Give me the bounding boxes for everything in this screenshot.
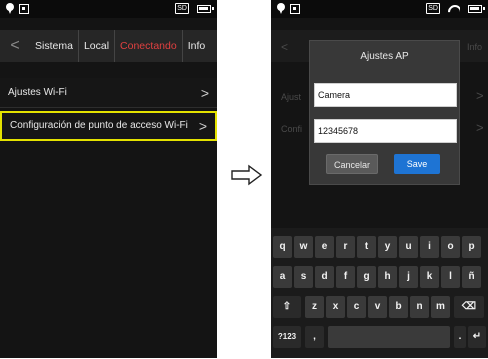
key[interactable]: w [294, 236, 313, 258]
key[interactable]: a [273, 266, 292, 288]
dimmed-label-ajust: Ajust [281, 92, 302, 102]
backspace-key[interactable]: ⌫ [454, 296, 484, 318]
dimmed-chevron-icon: > [476, 88, 484, 103]
key[interactable]: d [315, 266, 334, 288]
key[interactable]: s [294, 266, 313, 288]
key[interactable]: g [357, 266, 376, 288]
key[interactable]: u [399, 236, 418, 258]
tab-sistema[interactable]: Sistema [30, 30, 79, 62]
key[interactable]: t [357, 236, 376, 258]
symbols-key[interactable]: ?123 [273, 326, 301, 348]
key[interactable]: o [441, 236, 460, 258]
chevron-right-icon: > [200, 85, 209, 101]
dimmed-back-glyph: < [281, 40, 289, 54]
stage: SD < Sistema Local Conectando Info Ajust… [0, 0, 488, 359]
ap-settings-dialog: Ajustes AP Camera 12345678 Cancelar Save [309, 40, 460, 185]
on-screen-keyboard: q w e r t y u i o p a s d f g h j k l ñ … [271, 228, 488, 358]
keyboard-row-1: q w e r t y u i o p [271, 236, 488, 258]
location-icon [6, 3, 14, 14]
key[interactable]: q [273, 236, 292, 258]
dialog-title: Ajustes AP [360, 51, 409, 62]
right-phone-screen: SD < Info Ajust Confi > > Ajustes AP Cam… [271, 0, 488, 358]
key[interactable]: r [336, 236, 355, 258]
key[interactable]: e [315, 236, 334, 258]
location-icon [277, 3, 285, 14]
key[interactable]: c [347, 296, 366, 318]
wifi-icon [448, 4, 460, 14]
key[interactable]: z [305, 296, 324, 318]
password-input[interactable]: 12345678 [314, 119, 457, 143]
tab-local[interactable]: Local [79, 30, 116, 62]
tab-bar: < Sistema Local Conectando Info [0, 30, 217, 62]
menu-item-label: Configuración de punto de acceso Wi-Fi [10, 120, 188, 131]
chevron-right-icon: > [198, 118, 207, 134]
key[interactable]: b [389, 296, 408, 318]
key[interactable]: x [326, 296, 345, 318]
menu-item-wifi-hotspot-config[interactable]: Configuración de punto de acceso Wi-Fi > [0, 111, 217, 141]
key[interactable]: j [399, 266, 418, 288]
shift-key[interactable]: ⇧ [273, 296, 301, 318]
tab-conectando[interactable]: Conectando [115, 30, 183, 62]
key[interactable]: h [378, 266, 397, 288]
key[interactable]: y [378, 236, 397, 258]
key[interactable]: v [368, 296, 387, 318]
sd-card-icon: SD [175, 3, 189, 14]
menu-item-label: Ajustes Wi-Fi [8, 87, 67, 98]
keyboard-row-4: ?123 , . ↵ [271, 326, 488, 348]
key[interactable]: l [441, 266, 460, 288]
save-button[interactable]: Save [394, 154, 440, 174]
key[interactable]: p [462, 236, 481, 258]
dimmed-label-confi: Confi [281, 124, 303, 134]
sd-card-icon: SD [426, 3, 440, 14]
key[interactable]: ñ [462, 266, 481, 288]
enter-key[interactable]: ↵ [468, 326, 486, 348]
key[interactable]: n [410, 296, 429, 318]
cancel-button[interactable]: Cancelar [326, 154, 378, 174]
period-key[interactable]: . [454, 326, 466, 348]
status-bar: SD [0, 0, 217, 18]
menu-item-wifi-settings[interactable]: Ajustes Wi-Fi > [0, 78, 217, 108]
tab-info[interactable]: Info [183, 30, 211, 62]
back-button[interactable]: < [0, 37, 30, 55]
key[interactable]: f [336, 266, 355, 288]
keyboard-row-3: ⇧ z x c v b n m ⌫ [271, 296, 488, 318]
dimmed-tab-info: Info [467, 42, 483, 52]
key[interactable]: m [431, 296, 450, 318]
key[interactable]: i [420, 236, 439, 258]
keyboard-row-2: a s d f g h j k l ñ [271, 266, 488, 288]
battery-icon [468, 4, 485, 13]
battery-icon [197, 4, 214, 13]
space-key[interactable] [328, 326, 450, 348]
arrow-right-icon [231, 164, 263, 186]
comma-key[interactable]: , [305, 326, 324, 348]
gallery-icon [19, 3, 29, 14]
ssid-input[interactable]: Camera [314, 83, 457, 107]
status-bar: SD [271, 0, 488, 18]
dimmed-chevron-icon: > [476, 120, 484, 135]
gallery-icon [290, 3, 300, 14]
left-phone-screen: SD < Sistema Local Conectando Info Ajust… [0, 0, 217, 358]
key[interactable]: k [420, 266, 439, 288]
